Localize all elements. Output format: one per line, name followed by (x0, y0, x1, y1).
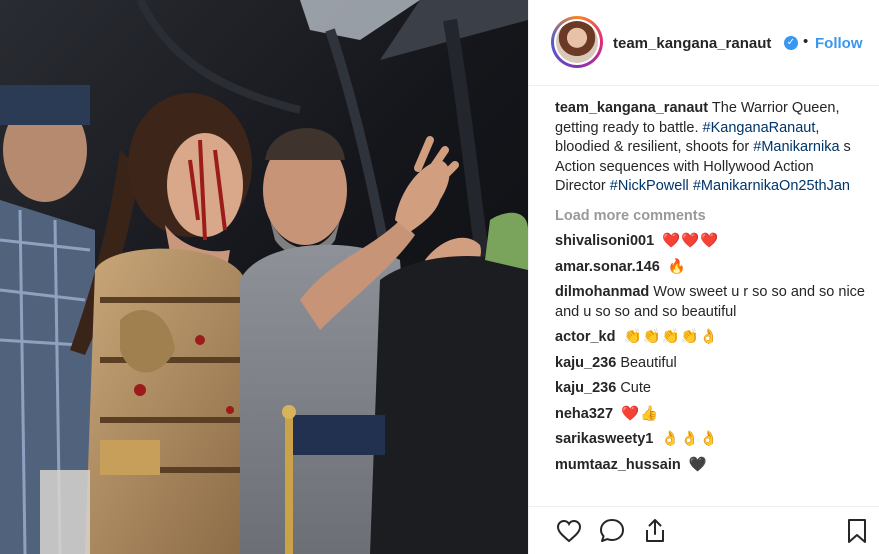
comment-row: dilmohanmad Wow sweet u r so so and so n… (555, 283, 865, 322)
load-more-comments-button[interactable]: Load more comments (555, 207, 865, 227)
comment-row: sarikasweety1 👌👌👌 (555, 430, 865, 450)
comment-username[interactable]: kaju_236 (555, 355, 616, 371)
hashtag-link[interactable]: #Manikarnika (753, 139, 839, 155)
comment-row: amar.sonar.146 🔥 (555, 258, 865, 278)
story-ring[interactable] (551, 16, 603, 68)
comment-text: 👏👏👏👏👌 (623, 329, 719, 345)
comment-text: 👌👌👌 (661, 431, 719, 447)
share-icon[interactable] (641, 517, 669, 545)
hashtag-link[interactable]: #NickPowell (610, 178, 689, 194)
header-separator: • (803, 33, 809, 50)
header-username[interactable]: team_kangana_ranaut (613, 35, 771, 52)
comment-text: Beautiful (620, 354, 677, 371)
heart-icon[interactable] (555, 517, 583, 545)
comment-text: 🔥 (667, 258, 687, 275)
post-photo-illustration (0, 0, 528, 554)
hashtag-link[interactable]: #KanganaRanaut (703, 120, 816, 136)
avatar-image (556, 21, 598, 63)
comment-username[interactable]: actor_kd (555, 329, 615, 345)
bookmark-icon[interactable] (843, 517, 871, 545)
comment-row: neha327 ❤️👍 (555, 405, 865, 425)
comment-row: kaju_236 Beautiful (555, 354, 865, 374)
post-photo (0, 0, 528, 554)
comment-username[interactable]: dilmohanmad (555, 284, 649, 300)
post-header: team_kangana_ranaut ✓ • Follow (529, 0, 879, 86)
comment-text: ❤️❤️❤️ (662, 233, 720, 249)
comment-text: Cute (620, 380, 651, 396)
comment-username[interactable]: neha327 (555, 406, 613, 422)
comment-bubble-icon[interactable] (598, 517, 626, 545)
comment-username[interactable]: sarikasweety1 (555, 431, 653, 447)
caption-username[interactable]: team_kangana_ranaut (555, 100, 708, 116)
comment-row: kaju_236 Cute (555, 379, 865, 399)
post-details-panel: team_kangana_ranaut ✓ • Follow team_kang… (528, 0, 879, 554)
comment-text: ❤️👍 (621, 405, 660, 422)
verified-badge-icon: ✓ (784, 36, 798, 50)
comment-row: shivalisoni001 ❤️❤️❤️ (555, 232, 865, 252)
hashtag-link[interactable]: #ManikarnikaOn25thJan (693, 178, 850, 194)
comment-row: actor_kd 👏👏👏👏👌 (555, 328, 865, 348)
comments-list: team_kangana_ranaut The Warrior Queen, g… (555, 99, 865, 481)
comment-username[interactable]: amar.sonar.146 (555, 259, 660, 275)
comment-username[interactable]: mumtaaz_hussain (555, 457, 681, 473)
action-bar (529, 506, 879, 554)
comment-username[interactable]: shivalisoni001 (555, 233, 654, 249)
comment-username[interactable]: kaju_236 (555, 380, 616, 396)
caption: team_kangana_ranaut The Warrior Queen, g… (555, 99, 865, 197)
comment-row: mumtaaz_hussain 🖤 (555, 456, 865, 476)
follow-button[interactable]: Follow (815, 35, 863, 52)
avatar[interactable] (554, 19, 600, 65)
comment-text: 🖤 (688, 456, 708, 473)
